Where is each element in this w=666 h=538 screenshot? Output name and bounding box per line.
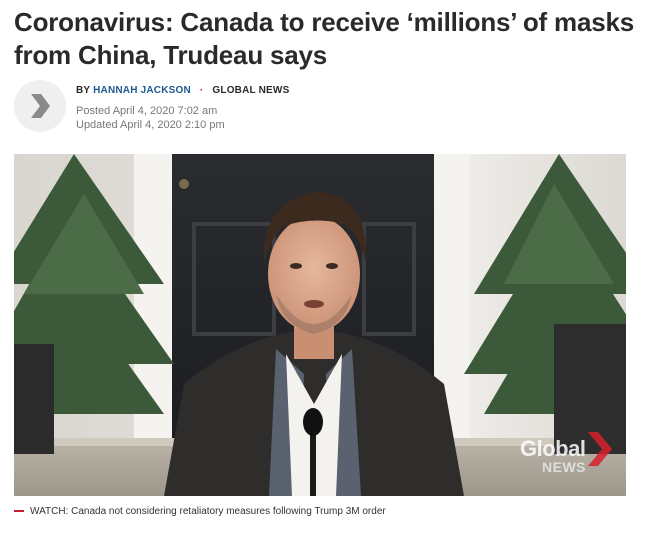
byline-prefix: BY [76, 85, 91, 96]
byline-block: BY HANNAH JACKSON · GLOBAL NEWS Posted A… [14, 80, 634, 136]
global-news-chevron-icon [31, 94, 50, 118]
watermark-chevron-icon [588, 432, 612, 466]
caption-text: Canada not considering retaliatory measu… [71, 506, 386, 517]
byline-separator: · [199, 85, 204, 96]
outlet-link[interactable]: GLOBAL NEWS [212, 85, 289, 96]
caption-prefix: WATCH: [30, 506, 69, 517]
outlet-logo[interactable] [14, 80, 66, 132]
watermark-brand: Global [520, 436, 586, 461]
posted-date: Posted April 4, 2020 7:02 am [76, 105, 218, 117]
article-meta: BY HANNAH JACKSON · GLOBAL NEWS Posted A… [76, 84, 289, 132]
article-headline: Coronavirus: Canada to receive ‘millions… [14, 7, 634, 70]
video-caption: WATCH: Canada not considering retaliator… [14, 505, 654, 519]
updated-date: Updated April 4, 2020 2:10 pm [76, 119, 225, 131]
watermark-sub: NEWS [542, 459, 586, 475]
byline: BY HANNAH JACKSON · GLOBAL NEWS [76, 84, 289, 98]
video-player[interactable]: Global NEWS [14, 154, 626, 496]
author-link[interactable]: HANNAH JACKSON [93, 85, 191, 96]
caption-dash [14, 510, 24, 513]
global-news-watermark: Global NEWS [520, 432, 612, 475]
article-dates: Posted April 4, 2020 7:02 am Updated Apr… [76, 104, 289, 132]
